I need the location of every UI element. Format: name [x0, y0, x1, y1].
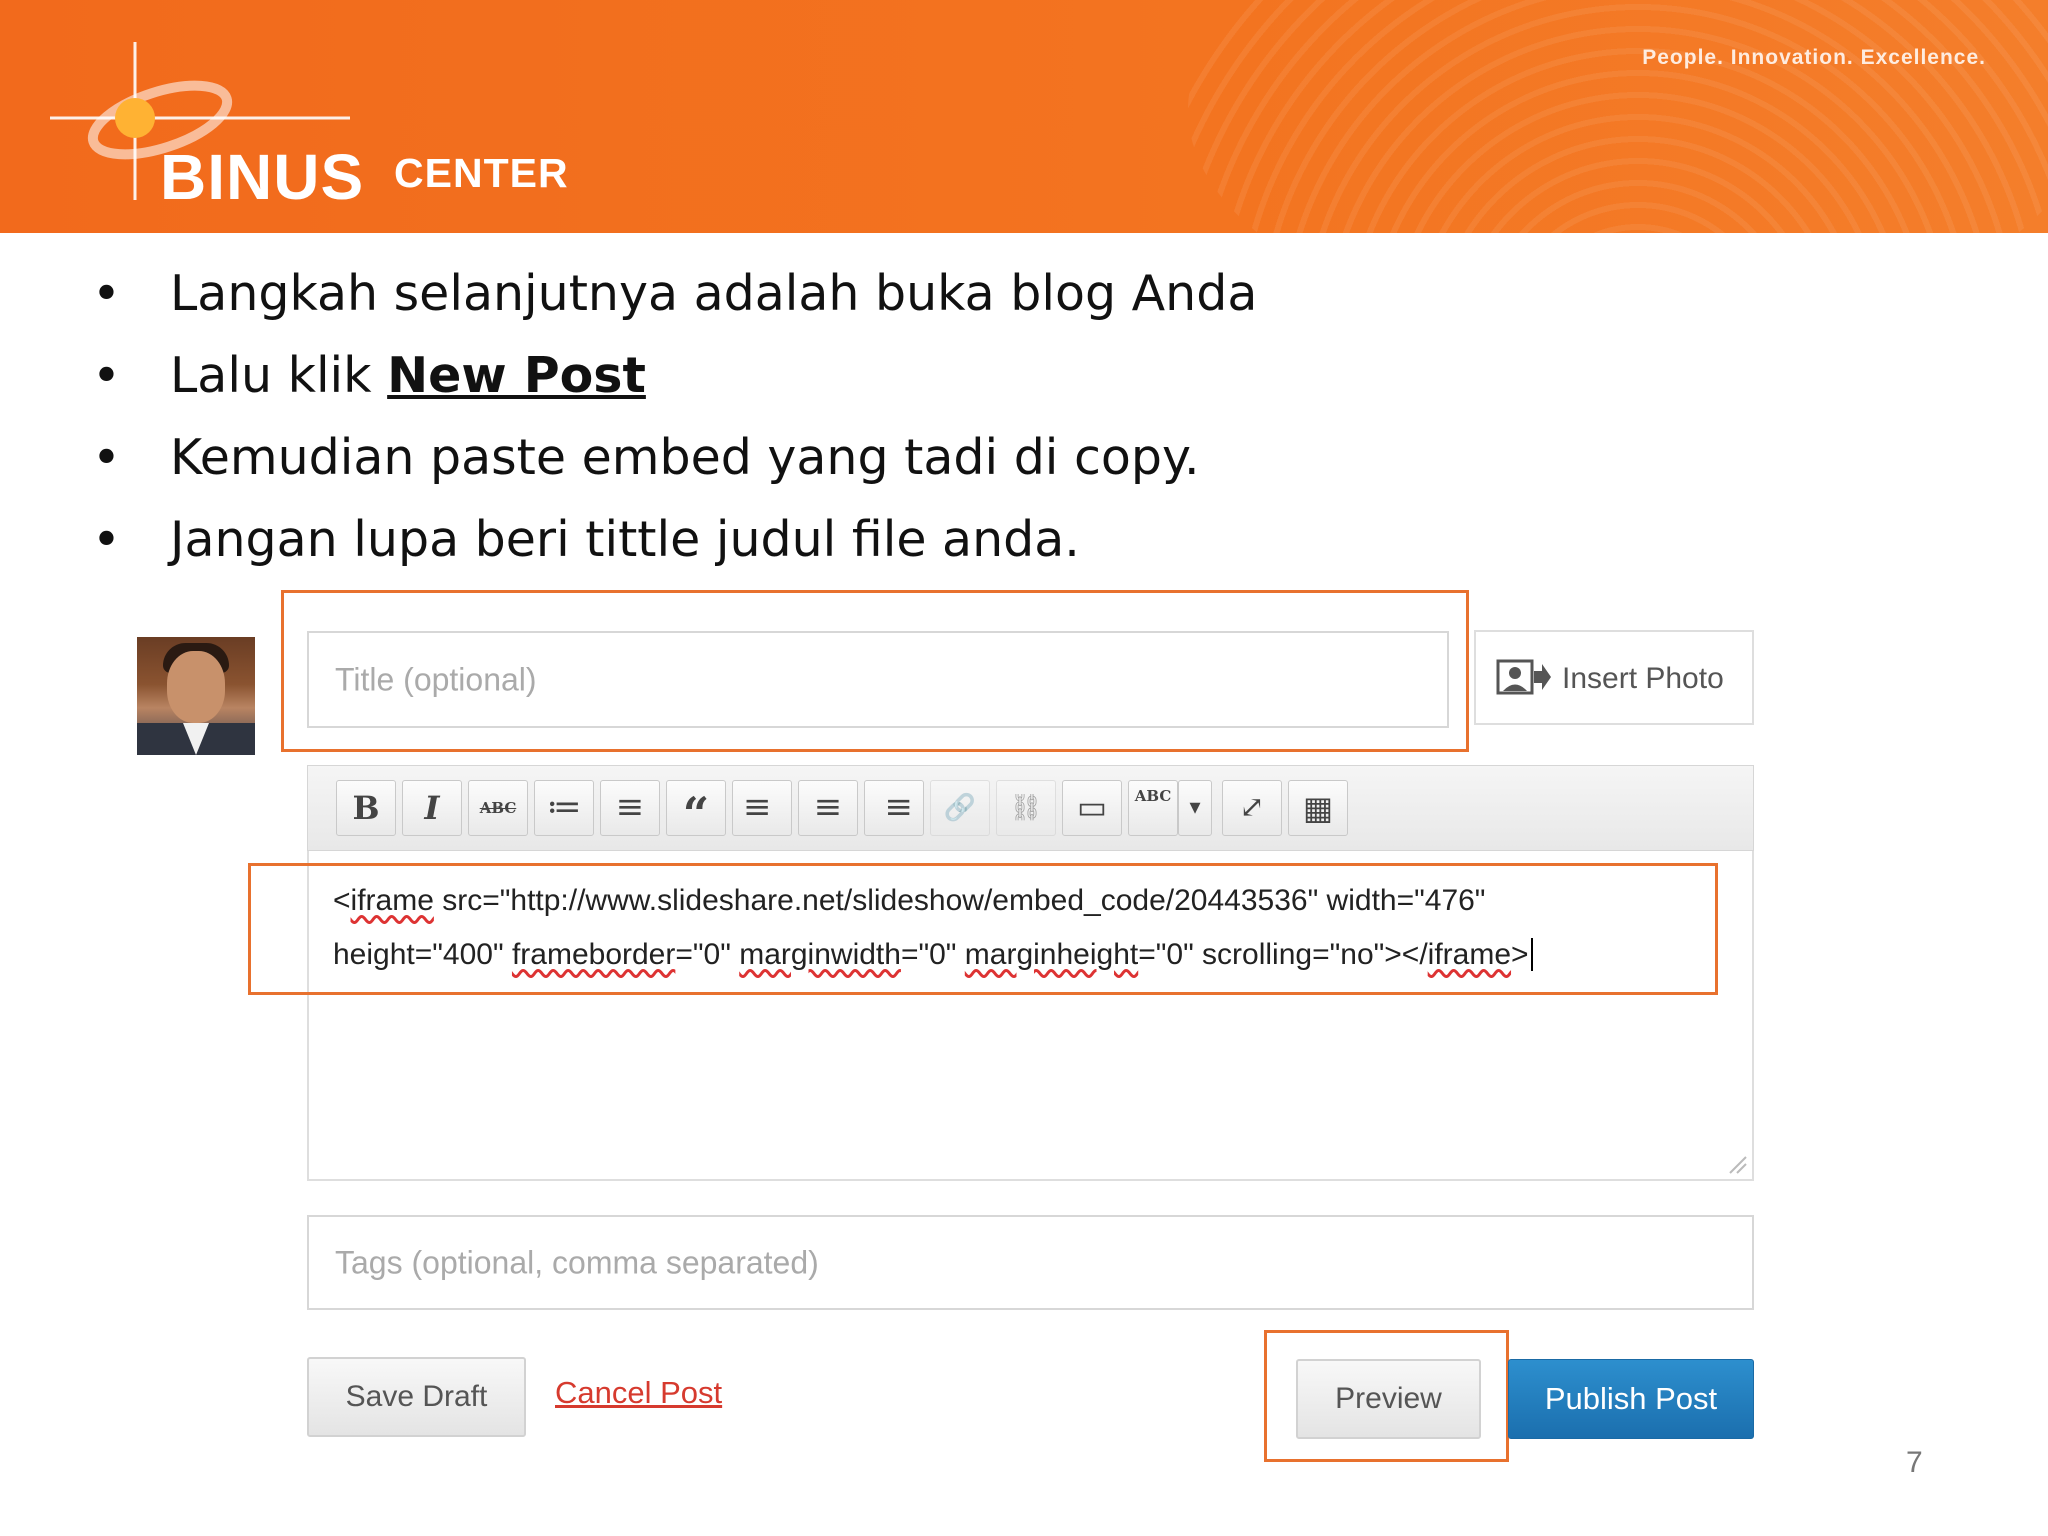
bulleted-list-icon[interactable]: ≔	[534, 780, 594, 836]
tags-placeholder: Tags (optional, comma separated)	[335, 1244, 819, 1280]
blockquote-icon[interactable]: “	[666, 780, 726, 841]
unlink-icon[interactable]: ⛓	[996, 780, 1056, 836]
embed-code-highlight-box	[248, 863, 1718, 995]
logo-word: BINUS	[160, 141, 365, 213]
title-input[interactable]: Title (optional)	[307, 631, 1449, 728]
bullet-marker: •	[92, 429, 121, 486]
align-right-icon[interactable]: ≡	[864, 780, 924, 836]
editor-toolbar: B I ABC ≔ ≡ “ ≡ ≡ ≡ 🔗 ⛓ ▭ ABC ▾ ⤢ ▦	[307, 765, 1754, 851]
insert-photo-icon	[1496, 659, 1551, 695]
header-banner: BINUS CENTER People. Innovation. Excelle…	[0, 0, 2048, 233]
resize-handle-icon[interactable]	[1726, 1153, 1748, 1175]
cancel-post-link[interactable]: Cancel Post	[555, 1375, 722, 1411]
insert-photo-label: Insert Photo	[1562, 662, 1724, 695]
dropdown-caret-icon[interactable]: ▾	[1178, 780, 1212, 836]
bullet-text: Jangan lupa beri tittle judul file anda.	[170, 511, 1080, 568]
strikethrough-icon[interactable]: ABC	[468, 780, 528, 836]
bullet-marker: •	[92, 511, 121, 568]
align-center-icon[interactable]: ≡	[798, 780, 858, 836]
kitchen-sink-icon[interactable]: ▦	[1288, 780, 1348, 836]
spellcheck-icon[interactable]: ABC	[1128, 780, 1178, 836]
bullet-marker: •	[92, 347, 121, 404]
numbered-list-icon[interactable]: ≡	[600, 780, 660, 836]
link-icon[interactable]: 🔗	[930, 780, 990, 836]
bold-icon[interactable]: B	[336, 780, 396, 836]
bullet-marker: •	[92, 265, 121, 322]
page-number: 7	[1906, 1446, 1923, 1479]
logo-sub: CENTER	[394, 150, 569, 196]
bullet-text: Lalu klik New Post	[170, 347, 646, 404]
tags-input[interactable]: Tags (optional, comma separated)	[307, 1215, 1754, 1310]
tagline: People. Innovation. Excellence.	[1642, 46, 1986, 69]
save-draft-button[interactable]: Save Draft	[307, 1357, 526, 1437]
avatar	[137, 637, 255, 755]
italic-icon[interactable]: I	[402, 780, 462, 836]
new-post-emphasis: New Post	[387, 347, 646, 404]
fullscreen-icon[interactable]: ⤢	[1222, 780, 1282, 836]
insert-photo-button[interactable]: Insert Photo	[1474, 630, 1754, 725]
title-placeholder: Title (optional)	[335, 661, 537, 697]
bullet-text: Langkah selanjutnya adalah buka blog And…	[170, 265, 1258, 322]
publish-post-button[interactable]: Publish Post	[1508, 1359, 1754, 1439]
align-left-icon[interactable]: ≡	[732, 780, 792, 836]
preview-button[interactable]: Preview	[1296, 1359, 1481, 1439]
bullet-text: Kemudian paste embed yang tadi di copy.	[170, 429, 1200, 486]
header-pattern	[1188, 0, 2048, 233]
bullet-prefix: Lalu klik	[170, 347, 388, 404]
more-tag-icon[interactable]: ▭	[1062, 780, 1122, 836]
